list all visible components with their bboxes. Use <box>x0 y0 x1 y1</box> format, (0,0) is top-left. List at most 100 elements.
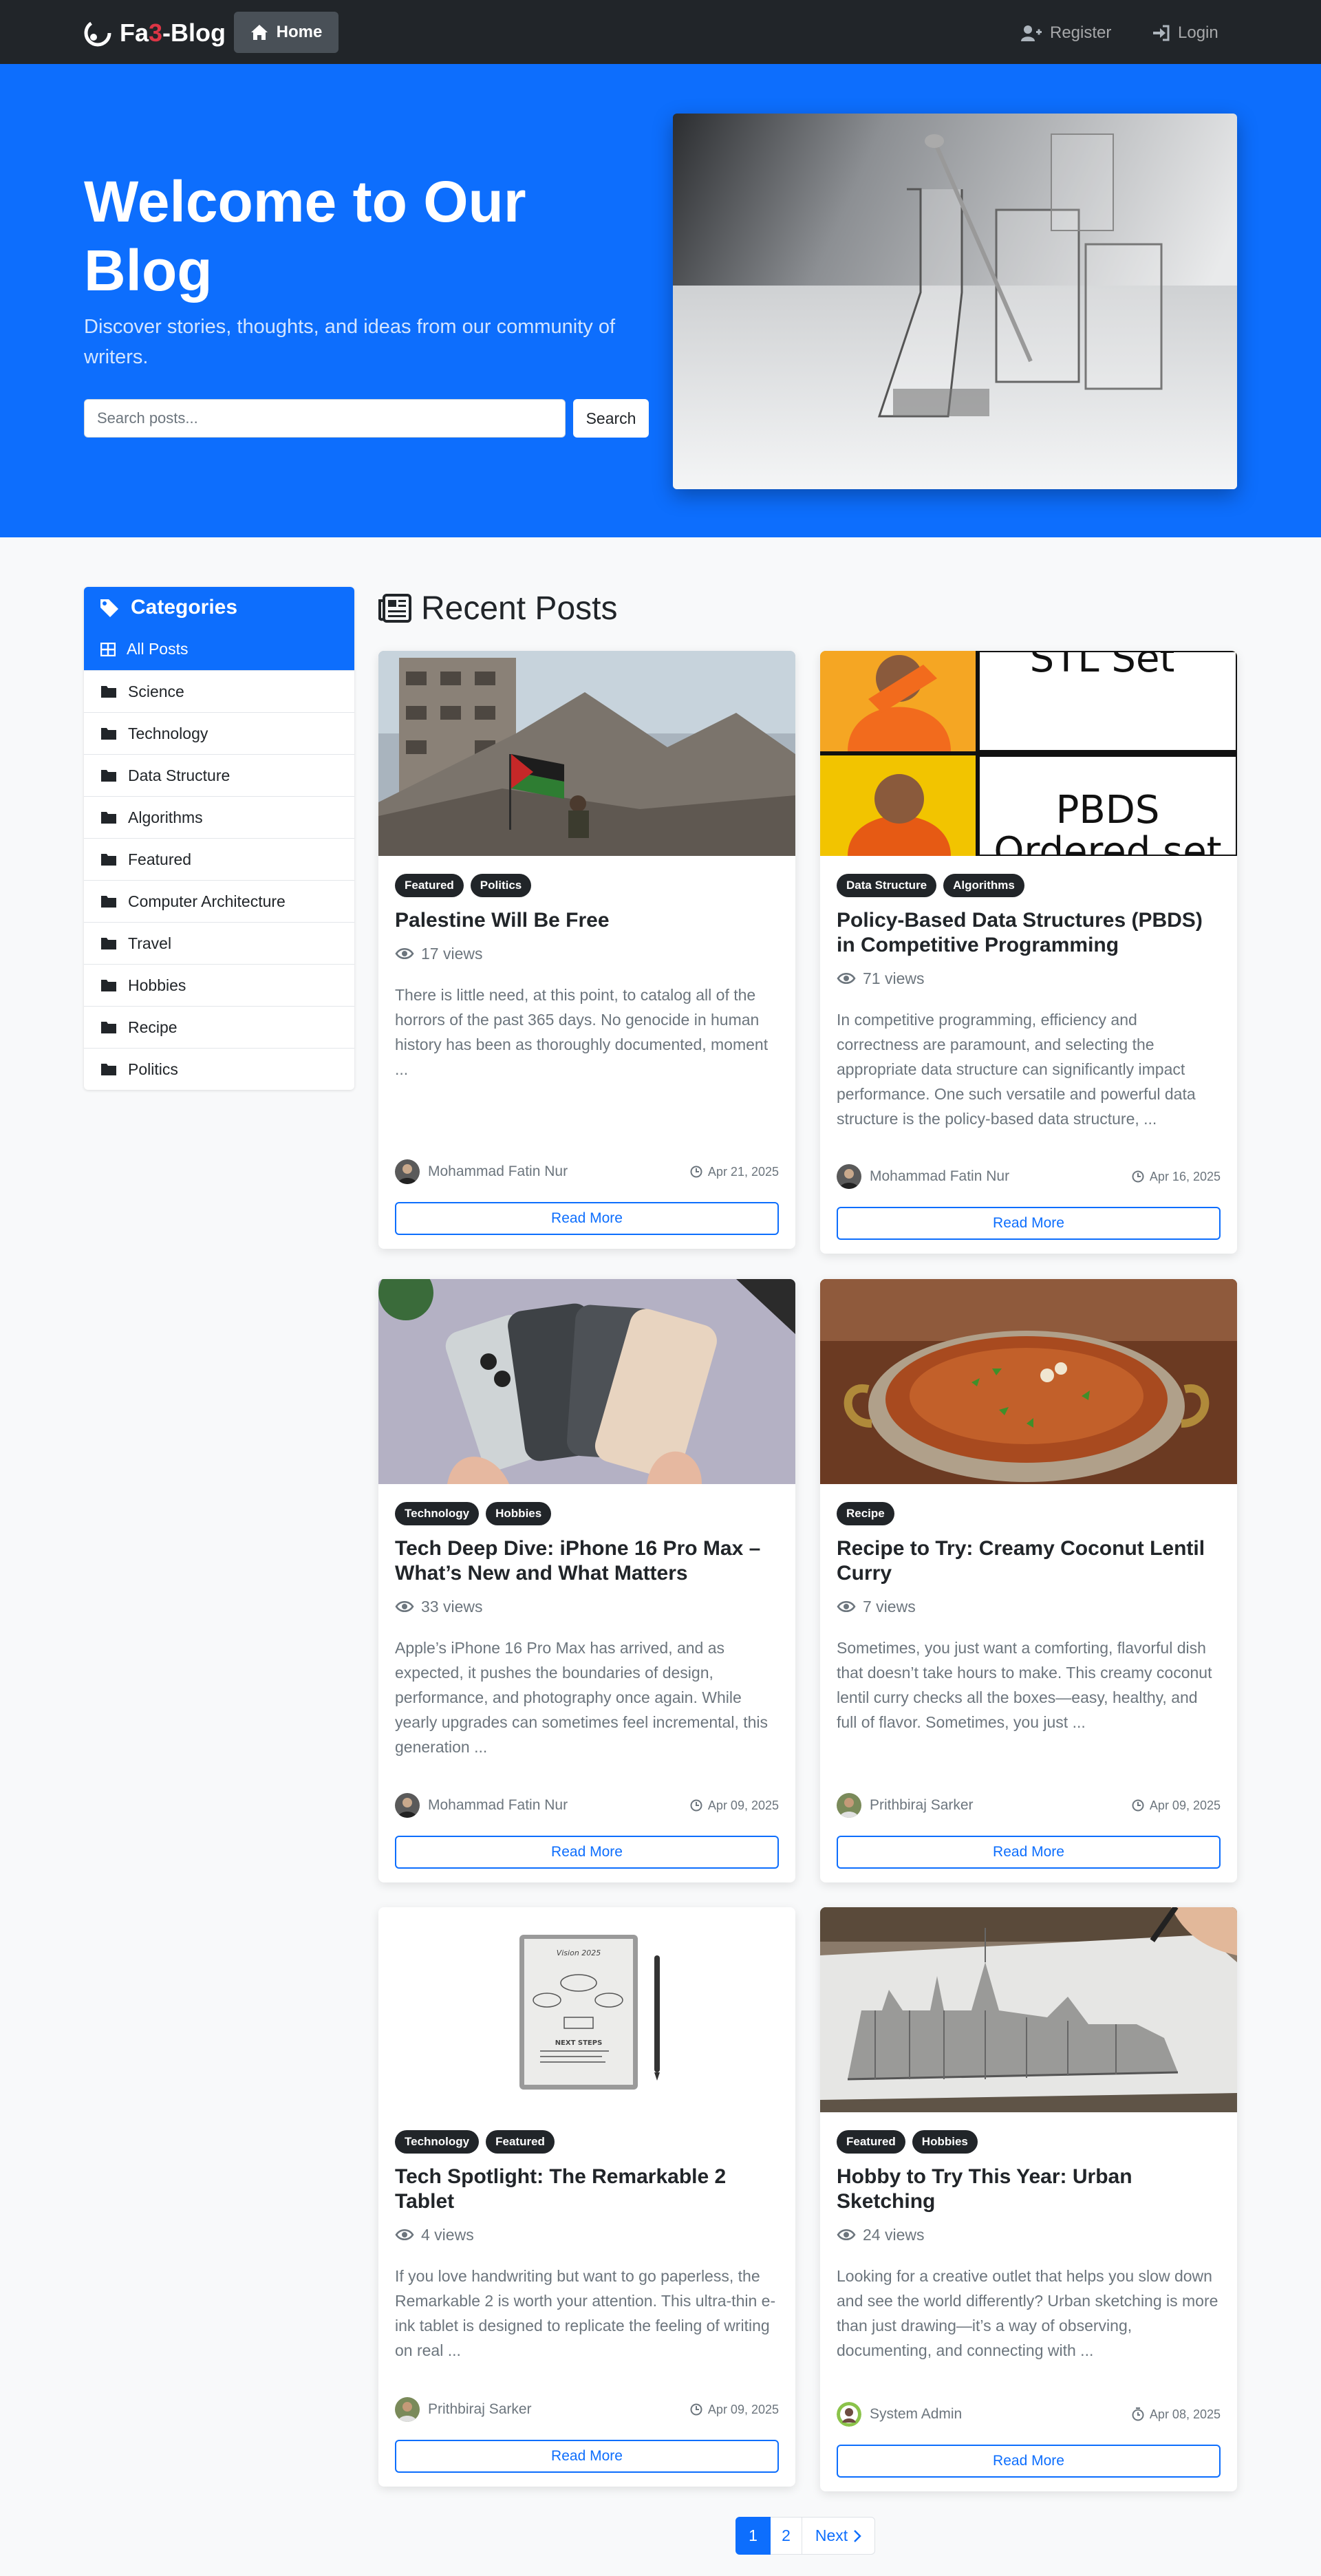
read-more-button[interactable]: Read More <box>395 1836 779 1869</box>
category-label: Algorithms <box>128 808 203 826</box>
post-image[interactable] <box>820 1907 1237 2112</box>
read-more-button[interactable]: Read More <box>395 2440 779 2473</box>
post-image[interactable]: STL Set PBDS Ordered set <box>820 651 1237 856</box>
category-badge[interactable]: Featured <box>486 2130 555 2154</box>
category-algorithms[interactable]: Algorithms <box>84 796 354 838</box>
post-image[interactable] <box>378 1279 795 1484</box>
category-badge[interactable]: Hobbies <box>486 1502 552 1525</box>
post-badges: Featured Politics <box>395 874 532 897</box>
post-badges: Recipe <box>837 1502 894 1525</box>
post-date: Apr 16, 2025 <box>1132 1163 1221 1190</box>
category-badge[interactable]: Technology <box>395 2130 480 2154</box>
read-more-button[interactable]: Read More <box>837 1836 1221 1869</box>
nav-login-link[interactable]: Login <box>1152 19 1218 47</box>
category-badge[interactable]: Featured <box>395 874 464 897</box>
post-badges: Technology Featured <box>395 2130 555 2154</box>
category-technology[interactable]: Technology <box>84 712 354 754</box>
folder-icon <box>101 938 116 949</box>
category-badge[interactable]: Recipe <box>837 1502 894 1525</box>
post-date: Apr 21, 2025 <box>690 1158 779 1185</box>
page-1-button[interactable]: 1 <box>735 2517 771 2555</box>
category-politics[interactable]: Politics <box>84 1048 354 1090</box>
post-views: 17 views <box>395 943 482 965</box>
brand-logo[interactable]: Fa3-Blog <box>84 17 226 50</box>
post-card[interactable]: Featured Politics Palestine Will Be Free… <box>378 651 795 1249</box>
post-badges: Technology Hobbies <box>395 1502 552 1525</box>
read-more-button[interactable]: Read More <box>837 2445 1221 2478</box>
views-count: 17 views <box>421 944 483 963</box>
page-2-button[interactable]: 2 <box>771 2517 802 2555</box>
categories-title: Categories <box>131 596 238 619</box>
post-card[interactable]: Vision 2025 NEXT STEPS Technology Featur… <box>378 1907 795 2487</box>
category-badge[interactable]: Politics <box>470 874 532 897</box>
category-badge[interactable]: Technology <box>395 1502 480 1525</box>
category-computer-architecture[interactable]: Computer Architecture <box>84 880 354 922</box>
folder-icon <box>101 896 116 908</box>
views-count: 33 views <box>421 1597 483 1616</box>
category-travel[interactable]: Travel <box>84 922 354 964</box>
newspaper-icon <box>378 594 411 623</box>
post-title[interactable]: Policy-Based Data Structures (PBDS) in C… <box>837 908 1222 958</box>
category-badge[interactable]: Data Structure <box>837 874 937 897</box>
post-views: 4 views <box>395 2224 474 2246</box>
post-title[interactable]: Tech Spotlight: The Remarkable 2 Tablet <box>395 2165 780 2214</box>
category-badge[interactable]: Featured <box>837 2130 905 2154</box>
eye-icon <box>395 2229 414 2240</box>
search-button[interactable]: Search <box>573 399 649 438</box>
post-card[interactable]: Featured Hobbies Hobby to Try This Year:… <box>820 1907 1237 2491</box>
category-label: Politics <box>128 1060 178 1078</box>
category-all-posts[interactable]: All Posts <box>84 628 354 670</box>
category-science[interactable]: Science <box>84 670 354 712</box>
author-name: Mohammad Fatin Nur <box>428 1163 568 1179</box>
category-label: Science <box>128 682 184 700</box>
post-image[interactable] <box>378 651 795 856</box>
date-text: Apr 08, 2025 <box>1149 2407 1221 2421</box>
post-title[interactable]: Tech Deep Dive: iPhone 16 Pro Max – What… <box>395 1536 780 1586</box>
nav-register-link[interactable]: Register <box>1021 19 1111 47</box>
post-title[interactable]: Palestine Will Be Free <box>395 908 780 933</box>
category-badge[interactable]: Hobbies <box>912 2130 978 2154</box>
hero-subtitle: Discover stories, thoughts, and ideas fr… <box>84 316 616 368</box>
post-card[interactable]: Recipe Recipe to Try: Creamy Coconut Len… <box>820 1279 1237 1882</box>
views-count: 4 views <box>421 2225 474 2244</box>
category-badge[interactable]: Algorithms <box>943 874 1024 897</box>
stopwatch-icon <box>1132 2407 1144 2421</box>
blog-logo-icon <box>84 19 111 47</box>
folder-icon <box>101 980 116 991</box>
author-avatar <box>837 2402 861 2427</box>
meme-text-ordered: Ordered set <box>994 829 1221 856</box>
date-text: Apr 09, 2025 <box>1149 1798 1221 1812</box>
search-input[interactable] <box>84 399 566 438</box>
post-title[interactable]: Recipe to Try: Creamy Coconut Lentil Cur… <box>837 1536 1222 1586</box>
nav-home-label: Home <box>276 23 323 41</box>
user-plus-icon <box>1021 25 1042 41</box>
category-recipe[interactable]: Recipe <box>84 1006 354 1048</box>
category-featured[interactable]: Featured <box>84 838 354 880</box>
post-image[interactable] <box>820 1279 1237 1484</box>
post-author: Mohammad Fatin Nur <box>395 1158 568 1185</box>
recent-posts-heading: Recent Posts <box>378 586 617 630</box>
author-avatar <box>395 2397 420 2422</box>
next-page-button[interactable]: Next <box>802 2517 875 2555</box>
post-views: 24 views <box>837 2224 924 2246</box>
category-label: All Posts <box>127 640 189 658</box>
read-more-button[interactable]: Read More <box>837 1207 1221 1240</box>
category-data-structure[interactable]: Data Structure <box>84 754 354 796</box>
folder-icon <box>101 812 116 824</box>
views-count: 7 views <box>863 1597 916 1616</box>
category-hobbies[interactable]: Hobbies <box>84 964 354 1006</box>
post-title[interactable]: Hobby to Try This Year: Urban Sketching <box>837 2165 1222 2214</box>
eye-icon <box>395 1601 414 1612</box>
nav-home-link[interactable]: Home <box>234 12 339 53</box>
post-excerpt: If you love handwriting but want to go p… <box>395 2267 776 2359</box>
meme-text-stl: STL Set <box>1030 651 1175 681</box>
post-card[interactable]: Technology Hobbies Tech Deep Dive: iPhon… <box>378 1279 795 1882</box>
post-card[interactable]: STL Set PBDS Ordered set Data Structure … <box>820 651 1237 1254</box>
post-views: 71 views <box>837 967 924 989</box>
views-count: 71 views <box>863 969 925 987</box>
post-image[interactable]: Vision 2025 NEXT STEPS <box>378 1907 795 2112</box>
post-author: Mohammad Fatin Nur <box>395 1792 568 1819</box>
post-excerpt: In competitive programming, efficiency a… <box>837 1011 1196 1128</box>
read-more-button[interactable]: Read More <box>395 1202 779 1235</box>
post-excerpt: There is little need, at this point, to … <box>395 986 769 1078</box>
